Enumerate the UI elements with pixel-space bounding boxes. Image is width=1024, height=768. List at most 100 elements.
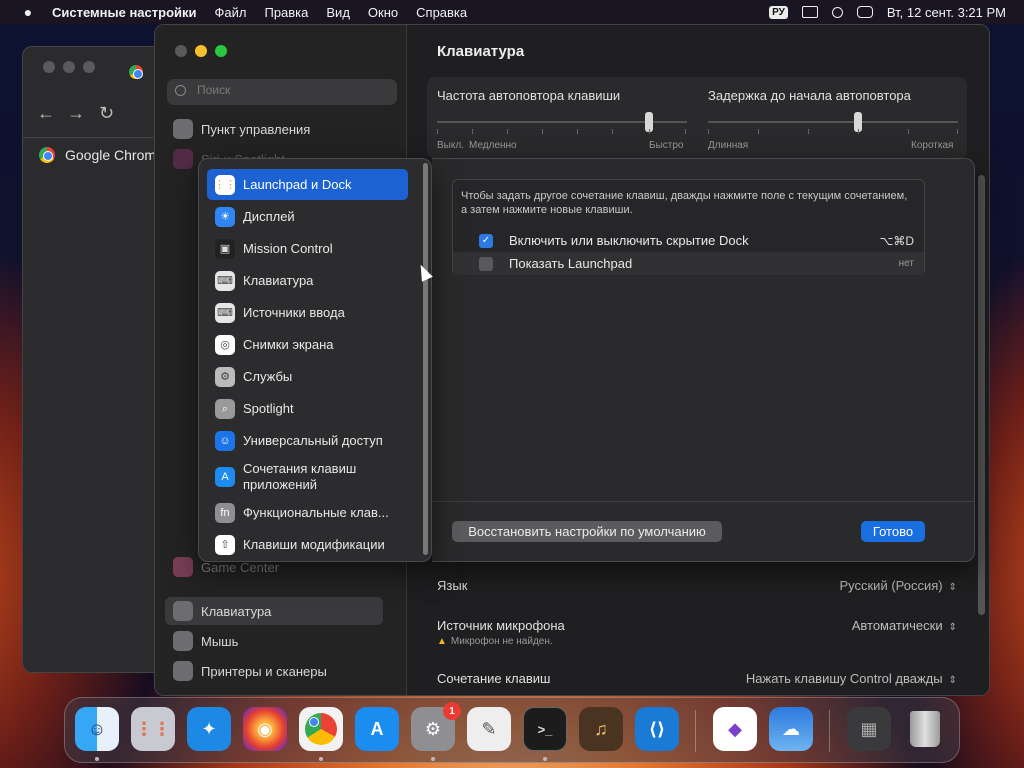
- shortcut-table: Чтобы задать другое сочетание клавиш, дв…: [452, 179, 925, 275]
- chrome-icon: [39, 147, 55, 163]
- slider-tick: [612, 129, 613, 134]
- visual-studio-icon[interactable]: ◆: [713, 707, 757, 751]
- done-button[interactable]: Готово: [861, 521, 925, 542]
- window-close-button[interactable]: [43, 61, 55, 73]
- main-scrollbar[interactable]: [978, 175, 985, 615]
- language-popup[interactable]: Русский (Россия) ⇕: [839, 578, 957, 593]
- window-zoom-button[interactable]: [83, 61, 95, 73]
- checkbox-unchecked[interactable]: [479, 256, 493, 271]
- chrome-window: ← → ↻ Google Chrome: [22, 46, 172, 673]
- mic-warning-text: Микрофон не найден.: [450, 636, 553, 647]
- sidebar-item-label: Клавиатура: [201, 603, 272, 619]
- category-app-shortcuts[interactable]: A Сочетания клавиш приложений: [207, 457, 408, 497]
- menu-window[interactable]: Окно: [368, 5, 398, 20]
- spotlight-search-icon[interactable]: [831, 6, 843, 18]
- category-screenshots[interactable]: ◎ Снимки экрана: [207, 329, 408, 360]
- sidebar-item-control-center[interactable]: Пункт управления: [173, 119, 310, 139]
- category-accessibility[interactable]: ☺ Универсальный доступ: [207, 425, 408, 456]
- mission-control-icon: ▣: [215, 238, 235, 259]
- screen-mirroring-icon[interactable]: [801, 6, 818, 18]
- textedit-icon[interactable]: ✎: [467, 707, 511, 751]
- control-center-icon[interactable]: [856, 6, 873, 18]
- menu-bar-extras: РУ Вт, 12 сент. 3:21 PM: [769, 0, 1006, 24]
- sidebar-item-mouse[interactable]: Мышь: [173, 631, 238, 651]
- dock-separator: [829, 710, 830, 752]
- category-label: Источники ввода: [243, 304, 345, 320]
- clock[interactable]: Вт, 12 сент. 3:21 PM: [887, 5, 1006, 20]
- zoom-button[interactable]: [215, 45, 227, 57]
- trash-icon[interactable]: [903, 707, 947, 751]
- checkbox-checked[interactable]: ✓: [479, 233, 493, 248]
- minimize-button[interactable]: [195, 45, 207, 57]
- bookmark-item[interactable]: Google Chrome: [39, 147, 164, 163]
- game-center-icon: [173, 557, 193, 577]
- weather-icon[interactable]: ☁: [769, 707, 813, 751]
- category-spotlight[interactable]: ⌕ Spotlight: [207, 393, 408, 424]
- accessibility-icon: ☺: [215, 430, 235, 451]
- apple-menu-icon[interactable]: ●: [18, 4, 38, 20]
- chevron-updown-icon: ⇕: [948, 582, 957, 593]
- slider-tick: [507, 129, 508, 134]
- app-menu[interactable]: Системные настройки: [52, 5, 197, 20]
- shortcut-keys[interactable]: нет: [899, 258, 914, 269]
- reload-icon[interactable]: ↻: [99, 103, 114, 124]
- sidebar-item-printers[interactable]: Принтеры и сканеры: [173, 661, 327, 681]
- input-language-indicator[interactable]: РУ: [769, 5, 788, 19]
- input-sources-icon: ⌨: [215, 302, 235, 323]
- downloads-stack-icon[interactable]: ▦: [847, 707, 891, 751]
- garageband-icon[interactable]: ♫: [579, 707, 623, 751]
- shortcut-row[interactable]: Показать Launchpad нет: [453, 252, 924, 275]
- shortcut-help-text: Чтобы задать другое сочетание клавиш, дв…: [461, 190, 908, 216]
- shortcut-keys[interactable]: ⌥⌘D: [880, 234, 915, 248]
- slider-tick: [649, 129, 650, 134]
- forward-icon[interactable]: →: [67, 103, 85, 124]
- vscode-icon[interactable]: ⟨⟩: [635, 707, 679, 751]
- category-label: Spotlight: [243, 400, 294, 416]
- siri-icon: [173, 149, 193, 169]
- category-display[interactable]: ☀ Дисплей: [207, 201, 408, 232]
- category-launchpad-dock[interactable]: ⋮⋮ Launchpad и Dock: [207, 169, 408, 200]
- chrome-icon[interactable]: [299, 707, 343, 751]
- shortcut-popup[interactable]: Нажать клавишу Control дважды ⇕: [746, 671, 957, 686]
- category-fn-keys[interactable]: fn Функциональные клав...: [207, 497, 408, 528]
- slider-tick: [758, 129, 759, 134]
- category-label: Launchpad и Dock: [243, 176, 352, 192]
- category-label: Mission Control: [243, 240, 333, 256]
- shortcut-row[interactable]: ✓ Включить или выключить скрытие Dock ⌥⌘…: [453, 229, 924, 252]
- category-input-sources[interactable]: ⌨ Источники ввода: [207, 297, 408, 328]
- category-services[interactable]: ⚙ Службы: [207, 361, 408, 392]
- key-repeat-low: Медленно: [469, 140, 517, 151]
- system-settings-icon[interactable]: ⚙ 1: [411, 702, 461, 751]
- close-button[interactable]: [175, 45, 187, 57]
- app-store-icon[interactable]: A: [355, 707, 399, 751]
- category-modifier-keys[interactable]: ⇧ Клавиши модификации: [207, 529, 408, 560]
- app-shortcuts-icon: A: [215, 467, 235, 487]
- menu-view[interactable]: Вид: [326, 5, 350, 20]
- back-icon[interactable]: ←: [37, 103, 55, 124]
- category-label: Клавиатура: [243, 272, 314, 288]
- slider-tick: [808, 129, 809, 134]
- bookmark-label: Google Chrome: [65, 147, 164, 163]
- launchpad-icon[interactable]: ⋮⋮: [131, 707, 175, 751]
- sidebar-item-keyboard[interactable]: Клавиатура: [165, 597, 383, 625]
- delay-slider-track[interactable]: [708, 121, 958, 123]
- mic-source-popup[interactable]: Автоматически ⇕: [852, 618, 957, 633]
- search-input[interactable]: Поиск: [167, 79, 397, 105]
- category-mission-control[interactable]: ▣ Mission Control: [207, 233, 408, 264]
- toolbar-divider: [23, 137, 171, 138]
- sidebar-item-label: Принтеры и сканеры: [201, 663, 327, 679]
- menu-help[interactable]: Справка: [416, 5, 467, 20]
- terminal-icon[interactable]: >_: [523, 707, 567, 751]
- menu-edit[interactable]: Правка: [264, 5, 308, 20]
- keyboard-icon: ⌨: [215, 270, 235, 291]
- category-keyboard[interactable]: ⌨ Клавиатура: [207, 265, 408, 296]
- trash-can-shape: [910, 711, 940, 747]
- menu-file[interactable]: Файл: [215, 5, 247, 20]
- finder-icon[interactable]: ☺: [75, 707, 119, 751]
- restore-defaults-button[interactable]: Восстановить настройки по умолчанию: [452, 521, 722, 542]
- category-list-scrollbar[interactable]: [423, 163, 428, 555]
- firefox-icon[interactable]: ◉: [243, 707, 287, 751]
- chrome-logo: [305, 713, 337, 745]
- safari-icon[interactable]: ✦: [187, 707, 231, 751]
- window-minimize-button[interactable]: [63, 61, 75, 73]
